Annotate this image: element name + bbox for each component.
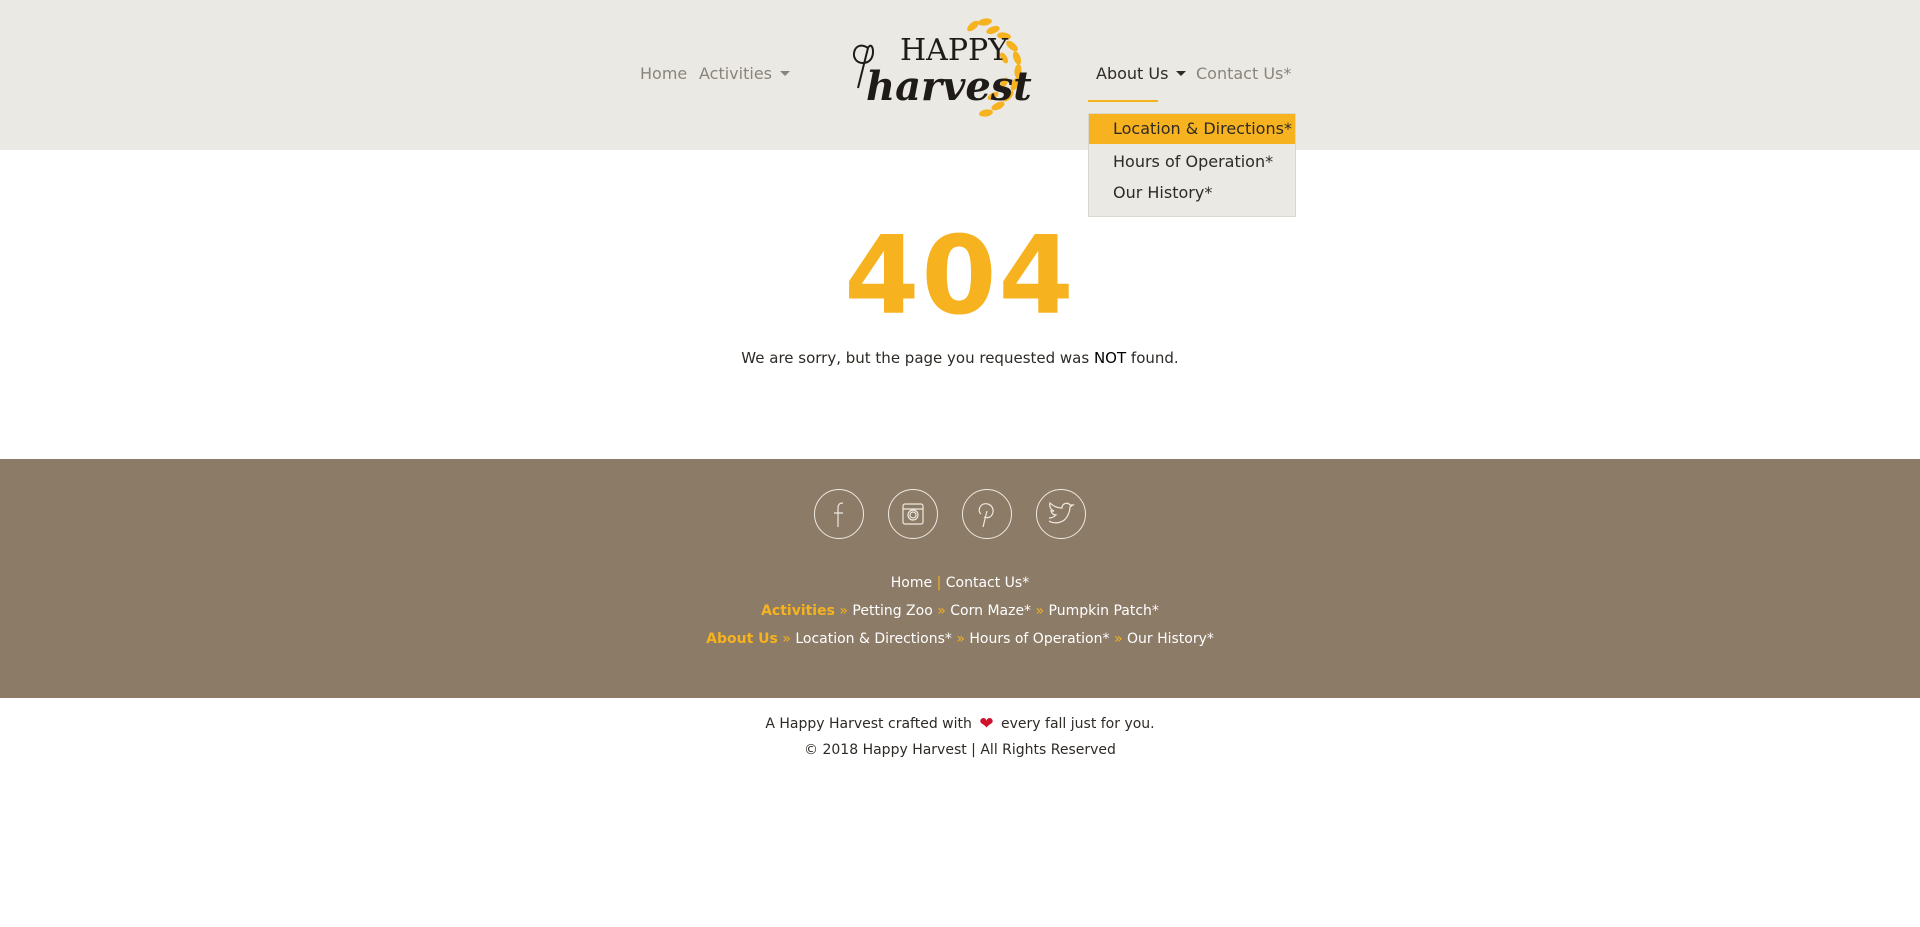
footer-pumpkin-patch-link[interactable]: Pumpkin Patch* xyxy=(1049,603,1159,619)
nav-activities-dropdown[interactable]: Activities xyxy=(699,64,790,83)
footer-row-activities: Activities » Petting Zoo » Corn Maze* » … xyxy=(0,603,1920,619)
footer-hours-link[interactable]: Hours of Operation* xyxy=(969,631,1109,647)
footer-separator: » xyxy=(1113,631,1123,647)
footer-activities-heading[interactable]: Activities xyxy=(761,603,835,619)
error-message-after: found. xyxy=(1126,349,1179,367)
happy-harvest-logo[interactable]: HAPPY harvest xyxy=(828,8,1038,138)
footer-location-link[interactable]: Location & Directions* xyxy=(795,631,952,647)
instagram-icon[interactable] xyxy=(888,489,938,539)
chevron-down-icon xyxy=(1176,71,1187,76)
facebook-icon[interactable] xyxy=(814,489,864,539)
crafted-line: A Happy Harvest crafted with ❤ every fal… xyxy=(0,714,1920,734)
footer-home-link[interactable]: Home xyxy=(891,575,932,591)
nav-activities-label: Activities xyxy=(699,64,772,83)
pinterest-icon[interactable] xyxy=(962,489,1012,539)
crafted-text-before: A Happy Harvest crafted with xyxy=(765,716,972,732)
footer-separator: » xyxy=(839,603,848,619)
wheat-logo-icon: HAPPY harvest xyxy=(853,18,1032,117)
footer-petting-zoo-link[interactable]: Petting Zoo xyxy=(852,603,932,619)
footer-separator: | xyxy=(936,575,942,591)
footer-separator: » xyxy=(1035,603,1045,619)
error-message: We are sorry, but the page you requested… xyxy=(0,349,1920,367)
nav-contact-link[interactable]: Contact Us* xyxy=(1196,64,1291,83)
footer-separator: » xyxy=(937,603,946,619)
active-nav-underline xyxy=(1088,100,1158,102)
dropdown-item-history[interactable]: Our History* xyxy=(1089,178,1295,208)
heart-icon: ❤ xyxy=(979,714,994,734)
twitter-icon[interactable] xyxy=(1036,489,1086,539)
footer-separator: » xyxy=(782,631,791,647)
nav-about-dropdown[interactable]: About Us xyxy=(1096,64,1187,83)
copyright-text: © 2018 Happy Harvest | All Rights Reserv… xyxy=(804,742,1116,758)
footer-corn-maze-link[interactable]: Corn Maze* xyxy=(950,603,1031,619)
chevron-down-icon xyxy=(780,71,790,76)
nav-about-label: About Us xyxy=(1096,64,1169,83)
error-message-emphasis: NOT xyxy=(1093,349,1127,367)
about-dropdown-menu: Location & Directions* Hours of Operatio… xyxy=(1088,113,1296,217)
svg-text:harvest: harvest xyxy=(866,63,1032,110)
footer-row-about: About Us » Location & Directions* » Hour… xyxy=(0,631,1920,647)
nav-home-link[interactable]: Home xyxy=(640,64,687,83)
footer-about-heading[interactable]: About Us xyxy=(706,631,778,647)
crafted-text-after: every fall just for you. xyxy=(1001,716,1155,732)
dropdown-item-hours[interactable]: Hours of Operation* xyxy=(1089,147,1295,177)
footer-row-main: Home | Contact Us* xyxy=(0,575,1920,591)
footer-contact-link[interactable]: Contact Us* xyxy=(946,575,1029,591)
error-code: 404 xyxy=(844,214,1076,339)
error-message-before: We are sorry, but the page you requested… xyxy=(741,349,1094,367)
footer-separator: » xyxy=(956,631,965,647)
footer-history-link[interactable]: Our History* xyxy=(1127,631,1214,647)
dropdown-item-location[interactable]: Location & Directions* xyxy=(1089,114,1295,144)
